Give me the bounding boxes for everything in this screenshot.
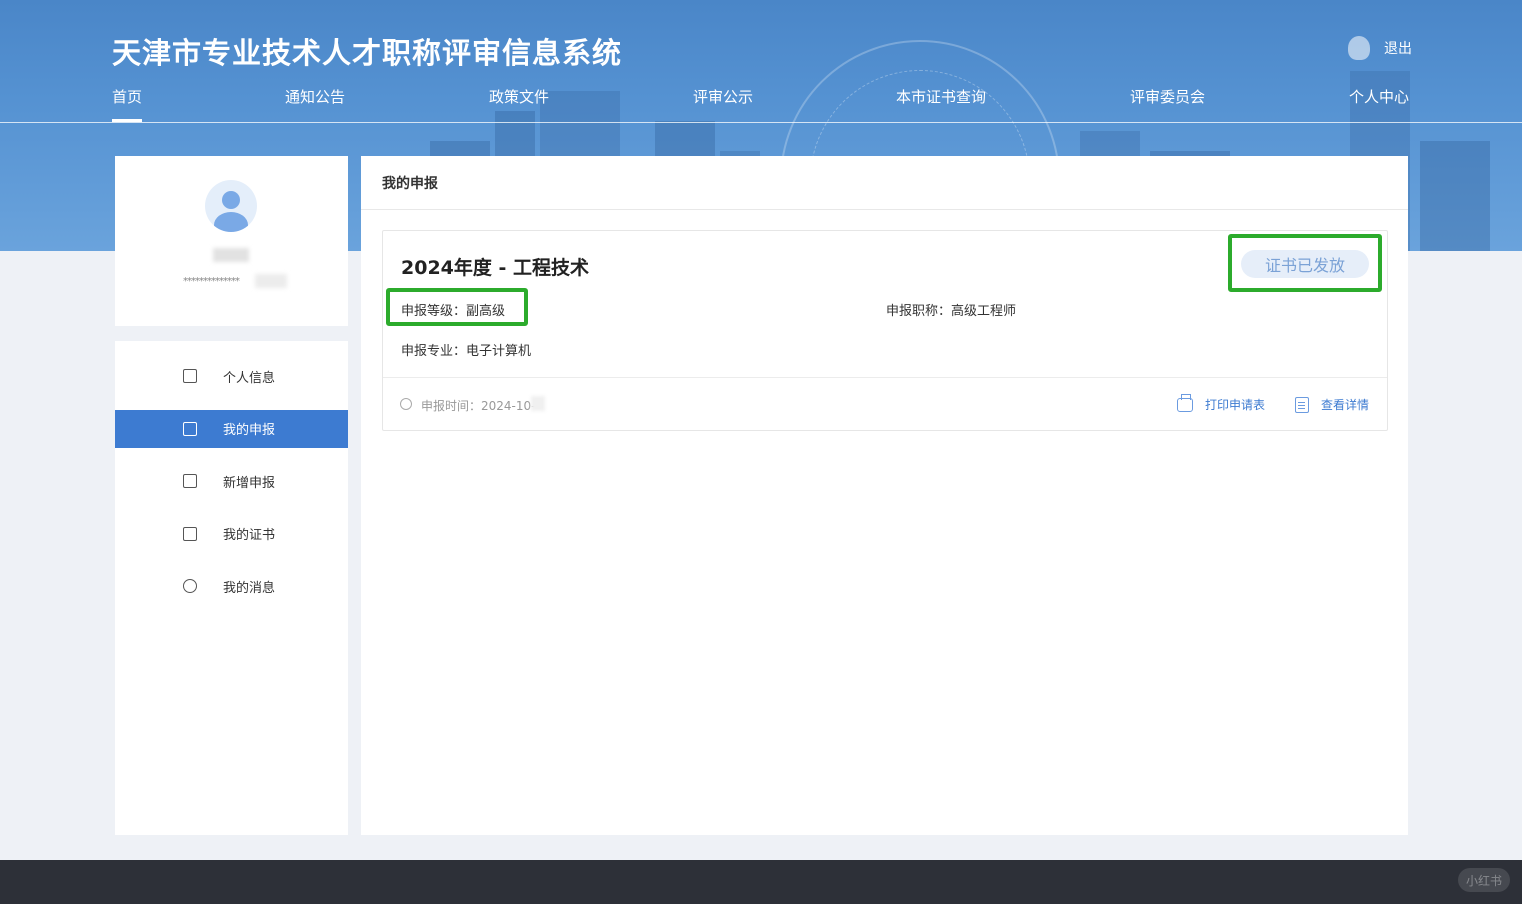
main-nav: 首页 通知公告 政策文件 评审公示 本市证书查询 评审委员会 个人中心	[0, 86, 1522, 123]
application-level: 申报等级：副高级	[401, 304, 506, 319]
sidebar-item-my-certificates[interactable]: 我的证书	[115, 515, 348, 553]
masked-id-redacted	[255, 274, 287, 288]
application-specialty: 申报专业：电子计算机	[401, 344, 532, 359]
sidebar-item-label: 我的消息	[223, 580, 276, 596]
edit-icon	[183, 474, 197, 488]
sidebar-menu: 个人信息 我的申报 新增申报 我的证书 我的消息	[115, 341, 348, 835]
sidebar-item-label: 我的证书	[223, 528, 276, 543]
nav-certificate-query[interactable]: 本市证书查询	[896, 86, 986, 107]
sidebar-item-new-application[interactable]: 新增申报	[115, 462, 348, 500]
status-badge: 证书已发放	[1241, 250, 1369, 278]
document-list-icon	[183, 421, 197, 436]
sidebar-item-personal-info[interactable]: 个人信息	[115, 357, 348, 395]
chat-icon	[183, 579, 197, 593]
application-job-title: 申报职称：高级工程师	[886, 304, 1017, 319]
application-card-footer: 申报时间：2024-10- 打印申请表 查看详情	[383, 377, 1387, 431]
avatar	[205, 180, 257, 232]
clock-icon	[400, 398, 412, 410]
sidebar-item-my-applications[interactable]: 我的申报	[115, 409, 348, 448]
print-application-button[interactable]: 打印申请表	[1177, 393, 1266, 413]
user-icon	[1348, 36, 1370, 60]
printer-icon	[1177, 393, 1193, 412]
page-footer	[0, 860, 1522, 904]
submit-time-redacted	[531, 396, 545, 411]
nav-home[interactable]: 首页	[112, 86, 143, 122]
view-details-button[interactable]: 查看详情	[1295, 396, 1369, 413]
watermark: 小红书	[1458, 868, 1510, 892]
profile-card: **************	[115, 156, 348, 326]
nav-review-publicity[interactable]: 评审公示	[693, 86, 753, 107]
view-details-label: 查看详情	[1321, 398, 1370, 412]
application-title: 2024年度 - 工程技术	[401, 257, 589, 279]
id-card-icon	[183, 369, 197, 383]
print-application-label: 打印申请表	[1205, 398, 1266, 412]
submit-time: 申报时间：2024-10-	[421, 399, 536, 413]
sidebar-item-my-messages[interactable]: 我的消息	[115, 567, 348, 605]
nav-policies[interactable]: 政策文件	[489, 86, 549, 107]
masked-id: **************	[183, 276, 240, 287]
user-name-redacted	[213, 248, 249, 262]
section-title: 我的申报	[361, 156, 1408, 210]
sidebar-item-label: 我的申报	[223, 423, 276, 438]
nav-personal-center[interactable]: 个人中心	[1349, 86, 1409, 107]
document-icon	[1295, 396, 1309, 413]
main-panel: 我的申报 2024年度 - 工程技术 证书已发放 申报等级：副高级 申报职称：高…	[361, 156, 1408, 835]
logout-area[interactable]: 退出	[1348, 36, 1412, 60]
application-card: 2024年度 - 工程技术 证书已发放 申报等级：副高级 申报职称：高级工程师 …	[382, 230, 1388, 431]
nav-review-committee[interactable]: 评审委员会	[1130, 86, 1205, 107]
logout-link[interactable]: 退出	[1384, 38, 1412, 58]
sidebar-item-label: 新增申报	[223, 475, 276, 491]
nav-notices[interactable]: 通知公告	[285, 86, 345, 107]
sidebar-item-label: 个人信息	[223, 370, 276, 386]
site-title: 天津市专业技术人才职称评审信息系统	[112, 36, 623, 70]
certificate-icon	[183, 526, 197, 541]
